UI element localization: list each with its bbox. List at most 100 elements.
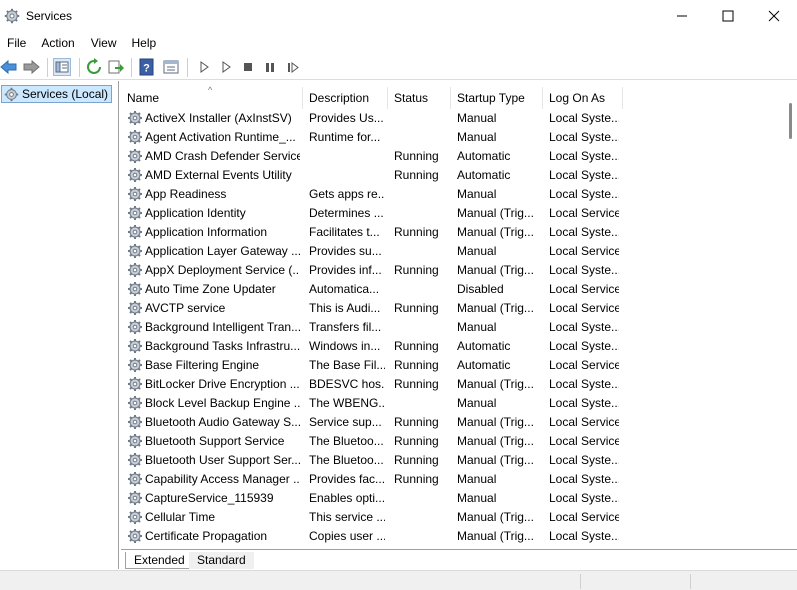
table-row[interactable]: App Readiness Gets apps re... Manual Loc…	[121, 185, 623, 204]
table-row[interactable]: Bluetooth Support Service The Bluetoo...…	[121, 432, 623, 451]
menu-action[interactable]: Action	[41, 32, 74, 54]
service-gear-icon	[127, 186, 143, 202]
table-row[interactable]: Application Information Facilitates t...…	[121, 223, 623, 242]
maximize-button[interactable]	[705, 0, 751, 32]
table-row[interactable]: Cellular Time This service ... Manual (T…	[121, 508, 623, 527]
service-description: Enables opti...	[309, 491, 385, 505]
close-button[interactable]	[751, 0, 797, 32]
service-startup-type: Manual (Trig...	[457, 377, 534, 391]
table-row[interactable]: Capability Access Manager ... Provides f…	[121, 470, 623, 489]
title-bar: Services	[0, 0, 797, 32]
service-gear-icon	[127, 357, 143, 373]
service-log-on-as: Local Syste...	[549, 130, 619, 144]
service-log-on-as: Local Service	[549, 415, 619, 429]
menu-file[interactable]: File	[7, 32, 26, 54]
stop-service-icon[interactable]	[239, 58, 257, 76]
help-icon[interactable]: ?	[138, 58, 156, 76]
table-row[interactable]: AppX Deployment Service (... Provides in…	[121, 261, 623, 280]
minimize-button[interactable]	[659, 0, 705, 32]
properties-icon[interactable]	[162, 58, 180, 76]
service-log-on-as: Local Service	[549, 301, 619, 315]
gear-icon	[4, 87, 19, 106]
menu-view[interactable]: View	[91, 32, 117, 54]
table-row[interactable]: ActiveX Installer (AxInstSV) Provides Us…	[121, 109, 623, 128]
tab-standard[interactable]: Standard	[189, 552, 254, 569]
status-bar-divider	[690, 574, 691, 589]
service-gear-icon	[127, 471, 143, 487]
service-name: Bluetooth Support Service	[145, 434, 285, 448]
service-description: Facilitates t...	[309, 225, 380, 239]
resume-service-icon[interactable]	[284, 58, 302, 76]
table-row[interactable]: Application Identity Determines ... Manu…	[121, 204, 623, 223]
service-log-on-as: Local Syste...	[549, 187, 619, 201]
table-row[interactable]: Block Level Backup Engine ... The WBENG.…	[121, 394, 623, 413]
start-service-alt-icon[interactable]	[217, 58, 235, 76]
service-description: The Bluetoo...	[309, 453, 384, 467]
table-row[interactable]: Agent Activation Runtime_... Runtime for…	[121, 128, 623, 147]
service-log-on-as: Local Syste...	[549, 453, 619, 467]
service-gear-icon	[127, 395, 143, 411]
table-row[interactable]: Base Filtering Engine The Base Fil... Ru…	[121, 356, 623, 375]
column-header-log-on-as[interactable]: Log On As	[543, 87, 623, 109]
table-row[interactable]: BitLocker Drive Encryption ... BDESVC ho…	[121, 375, 623, 394]
service-description: This is Audi...	[309, 301, 381, 315]
table-row[interactable]: Auto Time Zone Updater Automatica... Dis…	[121, 280, 623, 299]
service-log-on-as: Local Syste...	[549, 529, 619, 543]
table-row[interactable]: AMD External Events Utility Running Auto…	[121, 166, 623, 185]
tree-node-services-local[interactable]: Services (Local)	[1, 85, 113, 106]
table-row[interactable]: Application Layer Gateway ... Provides s…	[121, 242, 623, 261]
status-bar	[0, 570, 797, 590]
refresh-icon[interactable]	[85, 58, 103, 76]
service-description: Transfers fil...	[309, 320, 382, 334]
service-startup-type: Manual	[457, 130, 497, 144]
service-name: Background Intelligent Tran...	[145, 320, 300, 334]
service-name: App Readiness	[145, 187, 227, 201]
menu-bar: File Action View Help	[0, 32, 797, 54]
service-status: Running	[394, 415, 439, 429]
service-name: Cellular Time	[145, 510, 216, 524]
service-gear-icon	[127, 243, 143, 259]
service-name: CaptureService_115939	[145, 491, 274, 505]
tab-extended[interactable]: Extended	[125, 552, 194, 569]
service-description: The Base Fil...	[309, 358, 385, 372]
service-description: Windows in...	[309, 339, 381, 353]
service-status: Running	[394, 225, 439, 239]
service-log-on-as: Local Syste...	[549, 168, 619, 182]
scrollbar-thumb[interactable]	[789, 103, 792, 139]
vertical-scrollbar[interactable]	[785, 81, 797, 549]
start-service-icon[interactable]	[195, 58, 213, 76]
service-name: Block Level Backup Engine ...	[145, 396, 300, 410]
service-startup-type: Manual	[457, 491, 497, 505]
table-row[interactable]: AVCTP service This is Audi... Running Ma…	[121, 299, 623, 318]
table-row[interactable]: Certificate Propagation Copies user ... …	[121, 527, 623, 546]
column-header-startup-type[interactable]: Startup Type	[451, 87, 543, 109]
table-row[interactable]: CaptureService_115939 Enables opti... Ma…	[121, 489, 623, 508]
menu-help[interactable]: Help	[132, 32, 157, 54]
service-status: Running	[394, 339, 439, 353]
forward-arrow-icon[interactable]	[22, 58, 40, 76]
service-startup-type: Disabled	[457, 282, 504, 296]
column-header-description[interactable]: Description	[303, 87, 388, 109]
table-row[interactable]: Bluetooth Audio Gateway S... Service sup…	[121, 413, 623, 432]
service-log-on-as: Local Syste...	[549, 263, 619, 277]
table-row[interactable]: AMD Crash Defender Service Running Autom…	[121, 147, 623, 166]
service-gear-icon	[127, 376, 143, 392]
table-row[interactable]: Background Tasks Infrastru... Windows in…	[121, 337, 623, 356]
service-log-on-as: Local Service	[549, 434, 619, 448]
services-table-body: ActiveX Installer (AxInstSV) Provides Us…	[121, 109, 623, 546]
service-description: The Bluetoo...	[309, 434, 384, 448]
column-header-name[interactable]: Name	[121, 87, 303, 109]
service-status: Running	[394, 453, 439, 467]
service-name: Application Layer Gateway ...	[145, 244, 300, 258]
export-list-icon[interactable]	[107, 58, 125, 76]
table-row[interactable]: Bluetooth User Support Ser... The Blueto…	[121, 451, 623, 470]
column-header-status[interactable]: Status	[388, 87, 451, 109]
service-name: ActiveX Installer (AxInstSV)	[145, 111, 292, 125]
show-hide-console-tree-icon[interactable]	[53, 58, 71, 76]
back-arrow-icon[interactable]	[0, 58, 18, 76]
service-startup-type: Automatic	[457, 149, 511, 163]
service-name: Application Identity	[145, 206, 246, 220]
service-log-on-as: Local Syste...	[549, 377, 619, 391]
pause-service-icon[interactable]	[261, 58, 279, 76]
table-row[interactable]: Background Intelligent Tran... Transfers…	[121, 318, 623, 337]
